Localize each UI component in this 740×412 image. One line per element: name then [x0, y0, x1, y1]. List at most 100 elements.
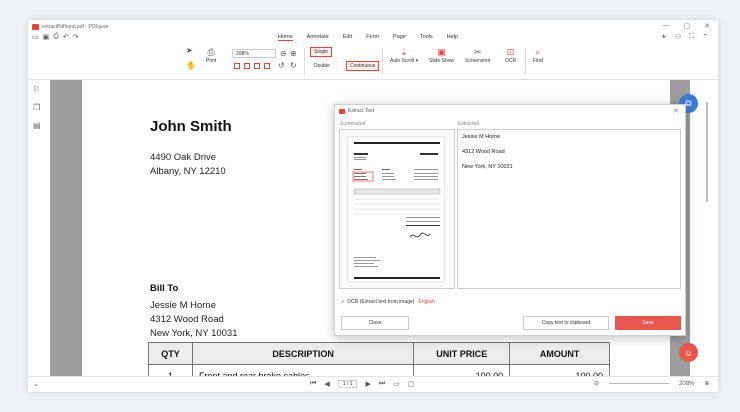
bill-to-name: Jessie M Horne [150, 300, 216, 311]
screenshot-section-label: Screenshot [340, 121, 366, 127]
close-button[interactable]: Close [341, 316, 409, 330]
right-panel [690, 80, 718, 376]
select-arrow-icon[interactable]: ➤ [186, 46, 193, 55]
left-sidebar: ⚐ ❐ ▤ [28, 80, 50, 376]
find-label: Find [533, 58, 543, 64]
save-button[interactable]: Save [615, 316, 681, 330]
save-icon[interactable]: ▣ [43, 33, 50, 41]
account-icon[interactable]: ⚇ [675, 33, 681, 41]
fit-icon[interactable]: ▭ [393, 380, 400, 388]
tab-page[interactable]: Page [393, 34, 406, 41]
hand-icon[interactable]: ✋ [186, 61, 196, 70]
copy-to-clipboard-button[interactable]: Copy text to clipboard [523, 316, 609, 330]
extracted-text-area[interactable]: Jessie M Horne 4312 Wood Road New York, … [457, 129, 681, 289]
zoom-out-icon[interactable]: ⊖ [280, 49, 287, 58]
theme-icon[interactable]: ☀ [661, 33, 667, 41]
zoom-in-icon[interactable]: ⊕ [704, 380, 709, 387]
sender-name: John Smith [150, 118, 232, 135]
tab-form[interactable]: Form [366, 34, 379, 41]
tab-edit[interactable]: Edit [343, 34, 352, 41]
table-row: 1 Front and rear brake cables 100.00 100… [148, 364, 610, 376]
pages-icon[interactable]: ❐ [33, 103, 40, 112]
sender-city: Albany, NY 12210 [150, 166, 226, 177]
open-icon[interactable]: ▭ [32, 33, 39, 41]
app-logo-icon [339, 109, 345, 114]
prev-page-icon[interactable]: ◀ [324, 380, 329, 388]
last-page-icon[interactable]: ⏭ [379, 380, 385, 388]
rotate-left-icon[interactable]: ↺ [278, 61, 285, 70]
vertical-scrollbar[interactable] [706, 102, 708, 202]
zoom-level-field[interactable]: 208% [232, 49, 276, 58]
zoom-out-icon[interactable]: ⊖ [594, 380, 599, 387]
preview-image [352, 142, 441, 279]
maximize-button[interactable]: ▢ [684, 22, 691, 30]
column-header: AMOUNT [509, 342, 610, 365]
rotate-right-icon[interactable]: ↻ [290, 61, 297, 70]
find-button[interactable]: ⌕ Find [533, 47, 543, 64]
fit-visible-icon[interactable] [264, 63, 270, 69]
print-label: Print [206, 58, 217, 64]
extracted-section-label: Extracted [458, 121, 480, 127]
sender-street: 4490 Oak Drive [150, 152, 217, 163]
slide-show-button[interactable]: ▣ Slide Show [429, 47, 454, 64]
actual-size-icon[interactable] [254, 63, 260, 69]
bill-to-city: New York, NY 10031 [150, 328, 238, 339]
auto-scroll-icon: ⇣ [400, 47, 408, 57]
table-header-row: QTY DESCRIPTION UNIT PRICE AMOUNT [148, 342, 610, 365]
bookmark-icon[interactable]: ⚐ [33, 85, 40, 94]
view-icon[interactable]: ▢ [408, 380, 415, 388]
auto-scroll-label: Auto Scroll ▾ [390, 58, 419, 64]
screenshot-button[interactable]: ✂ Screenshot [465, 47, 490, 64]
double-view-button[interactable]: Double [310, 61, 334, 71]
titlebar-right-icons: ☀ ⚇ ⛶ ⌃ [661, 33, 708, 41]
print-button[interactable]: ⎙ Print [206, 47, 216, 64]
ocr-icon: ⊡ [506, 47, 515, 57]
extract-text-dialog: Extract Text ✕ Screenshot Extracted Jess… [334, 104, 686, 336]
ribbon-divider [382, 48, 383, 74]
table-cell: Front and rear brake cables [191, 364, 415, 376]
table-cell: 100.00 [413, 364, 511, 376]
page-number-field[interactable]: 1 / 1 [337, 380, 358, 388]
single-view-button[interactable]: Single [310, 47, 332, 57]
ocr-label: OCR [505, 58, 517, 64]
continuous-view-button[interactable]: Continuous [346, 61, 380, 71]
collapse-ribbon-icon[interactable]: ⌃ [702, 33, 708, 41]
fit-page-icon[interactable] [234, 63, 240, 69]
print-icon[interactable]: ⎙ [53, 33, 59, 41]
comment-icon[interactable]: ▤ [33, 121, 41, 130]
robot-icon[interactable]: ☺ [679, 343, 698, 362]
minimize-button[interactable]: — [663, 22, 670, 30]
redo-icon[interactable]: ↷ [73, 33, 79, 41]
zoom-percent: 208% [679, 380, 695, 387]
column-header: DESCRIPTION [191, 342, 415, 365]
zoom-slider[interactable] [609, 383, 670, 384]
first-page-icon[interactable]: ⏮ [310, 380, 316, 388]
tab-help[interactable]: Help [447, 34, 458, 41]
tab-annotate[interactable]: Annotate [307, 34, 329, 41]
next-page-icon[interactable]: ▶ [365, 380, 370, 388]
title-bar: extractPdfInput.pdf - PDFgear — ▢ ✕ [28, 20, 718, 33]
ocr-option[interactable]: ✓ OCR (Extract text from image) English [341, 299, 435, 305]
tab-tools[interactable]: Tools [420, 34, 433, 41]
close-window-button[interactable]: ✕ [704, 22, 710, 30]
tab-home[interactable]: Home [278, 34, 293, 41]
fullscreen-icon[interactable]: ⛶ [689, 33, 694, 41]
checkmark-icon: ✓ [341, 299, 346, 305]
ocr-language-link[interactable]: English [418, 299, 434, 305]
extracted-line: New York, NY 10031 [462, 164, 513, 170]
zoom-in-icon[interactable]: ⊕ [290, 49, 297, 58]
close-icon[interactable]: ✕ [673, 107, 679, 115]
auto-scroll-button[interactable]: ⇣ Auto Scroll ▾ [390, 47, 418, 64]
ribbon-divider [525, 48, 526, 74]
find-icon: ⌕ [535, 47, 541, 57]
status-bar: ⌄ ⏮ ◀ 1 / 1 ▶ ⏭ ▭ ▢ ⊖ 208% ⊕ [28, 376, 718, 392]
invoice-table: QTY DESCRIPTION UNIT PRICE AMOUNT 1 Fron… [148, 342, 610, 376]
fit-width-icon[interactable] [244, 63, 250, 69]
extracted-line: Jessie M Horne [462, 134, 501, 140]
expand-panel-icon[interactable]: ⌄ [33, 380, 39, 388]
zoom-controls: ⊖ 208% ⊕ [594, 380, 709, 388]
printer-icon: ⎙ [207, 47, 215, 57]
undo-icon[interactable]: ↶ [63, 33, 69, 41]
ocr-button[interactable]: ⊡ OCR [505, 47, 516, 64]
ribbon-divider [304, 48, 305, 74]
